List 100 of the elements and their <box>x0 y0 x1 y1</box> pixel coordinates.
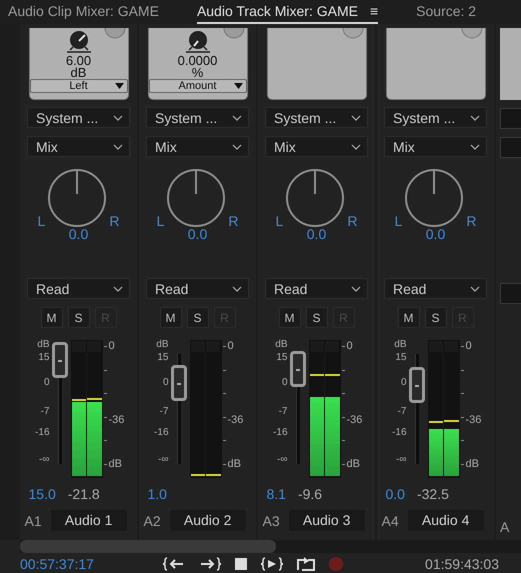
panel-tab[interactable]: Source: 2 <box>416 0 476 24</box>
automation-dropdown[interactable]: Read <box>146 278 249 299</box>
scale-label: -∞ <box>396 455 406 465</box>
track-name-field[interactable]: Audio 2 <box>170 510 246 531</box>
panel-tab[interactable]: Audio Clip Mixer: GAME <box>8 0 159 24</box>
panel-tab[interactable]: Audio Track Mixer: GAME ≡ <box>196 0 378 24</box>
pan-knob[interactable] <box>404 168 464 228</box>
send-dropdown[interactable]: Mix <box>146 136 249 157</box>
send-dropdown[interactable]: Mix <box>384 136 487 157</box>
track-toggle-button[interactable]: M <box>160 307 182 328</box>
scale-label: 0 <box>108 341 115 352</box>
effect-unit: % <box>192 67 204 79</box>
effect-value: 0.0000 <box>178 54 218 67</box>
scale-label: -36 <box>466 415 482 426</box>
track-name-field[interactable]: Audio 4 <box>408 510 484 531</box>
chevron-icon <box>351 144 361 150</box>
chevron-icon <box>113 286 123 292</box>
pan-knob[interactable] <box>47 168 108 228</box>
pan-right-label: R <box>347 214 358 228</box>
scale-label: 0 <box>400 378 406 388</box>
scale-label: dB <box>37 340 50 350</box>
scale-label: dB <box>228 459 241 470</box>
scale-label: 0 <box>282 378 288 388</box>
automation-dropdown[interactable]: Read <box>27 278 130 299</box>
scale-label: -36 <box>228 415 244 426</box>
go-to-in-icon[interactable] <box>162 557 185 571</box>
scale-label: dB <box>346 459 360 470</box>
track-toggle-button[interactable]: M <box>278 307 300 328</box>
scale-label: 15 <box>276 353 288 363</box>
fader-handle[interactable] <box>52 342 68 378</box>
scale-label: dB <box>466 459 479 470</box>
track-toggle-button[interactable]: S <box>186 307 208 328</box>
fader-handle[interactable] <box>290 351 306 388</box>
loop-icon[interactable] <box>296 557 315 571</box>
send-dropdown[interactable]: Mix <box>27 136 130 157</box>
track-toggle-button[interactable]: M <box>398 307 420 328</box>
automation-dropdown[interactable]: Read <box>265 278 368 299</box>
track-toggle-button[interactable]: S <box>68 307 90 328</box>
effect-slot[interactable]: 0.0000 % Amount <box>148 28 248 100</box>
scale-label: -16 <box>154 428 168 438</box>
scale-label: -36 <box>108 415 124 426</box>
track-id: A2 <box>144 512 161 528</box>
pan-knob[interactable] <box>166 168 226 228</box>
stop-icon[interactable] <box>234 558 247 570</box>
fader-value[interactable]: 15.0 <box>28 486 56 502</box>
current-timecode[interactable]: 00:57:37:17 <box>20 556 94 572</box>
go-to-out-icon[interactable] <box>198 557 221 571</box>
output-dropdown[interactable]: System ... <box>27 107 130 128</box>
track-id: A <box>500 519 510 535</box>
fader-handle[interactable] <box>170 364 186 401</box>
pan-value[interactable]: 0.0 <box>426 226 446 242</box>
scale-label: 15 <box>395 353 406 363</box>
fader-value[interactable]: 0.0 <box>386 486 405 502</box>
pan-value[interactable]: 0.0 <box>188 226 208 242</box>
dropdown-triangle-icon <box>114 83 124 89</box>
pan-right-label: R <box>466 214 476 228</box>
fader-value[interactable]: 1.0 <box>148 486 167 502</box>
pan-knob[interactable] <box>285 168 346 228</box>
chevron-icon <box>113 144 123 150</box>
scale-label: dB <box>394 340 406 350</box>
scale-label: -16 <box>273 428 288 438</box>
output-dropdown[interactable]: System ... <box>384 107 487 128</box>
automation-dropdown[interactable]: Read <box>384 278 487 299</box>
effect-unit: dB <box>70 67 86 79</box>
duration-timecode: 01:59:43:03 <box>425 556 499 572</box>
chevron-icon <box>351 114 361 120</box>
pan-value[interactable]: 0.0 <box>306 226 326 242</box>
effect-value: 6.00 <box>66 54 92 67</box>
scale-label: -7 <box>398 407 406 417</box>
output-dropdown[interactable]: System ... <box>146 107 249 128</box>
scale-label: dB <box>108 459 122 470</box>
chevron-icon <box>470 114 480 120</box>
peak-value: -9.6 <box>298 486 322 502</box>
track-name-field[interactable]: Audio 3 <box>288 510 365 531</box>
effect-slot[interactable]: 6.00 dB Left <box>28 28 128 100</box>
pan-left-label: L <box>38 214 46 228</box>
pan-left-label: L <box>276 214 284 228</box>
pan-value[interactable]: 0.0 <box>68 226 88 242</box>
horizontal-scrollbar[interactable] <box>20 540 521 553</box>
track-toggle-button[interactable]: S <box>306 307 328 328</box>
play-in-to-out-icon[interactable] <box>260 557 283 571</box>
scale-label: -∞ <box>158 455 168 465</box>
parameter-dropdown[interactable]: Amount <box>148 79 246 93</box>
track-toggle-button[interactable]: M <box>40 307 62 328</box>
scale-label: -7 <box>278 407 288 417</box>
track-id: A3 <box>262 512 280 528</box>
scale-label: 15 <box>157 353 168 363</box>
fader-value[interactable]: 8.1 <box>266 486 286 502</box>
scale-label: -7 <box>40 407 50 417</box>
track-toggle-button[interactable]: S <box>424 307 446 328</box>
scale-label: -∞ <box>277 455 288 465</box>
send-dropdown[interactable]: Mix <box>265 136 368 157</box>
chevron-icon <box>232 114 242 120</box>
scale-label: dB <box>275 340 288 350</box>
output-dropdown[interactable]: System ... <box>265 107 368 128</box>
parameter-dropdown[interactable]: Left <box>30 79 128 93</box>
peak-value: -32.5 <box>416 486 449 502</box>
fader-handle[interactable] <box>408 366 424 403</box>
scrollbar-thumb[interactable] <box>20 540 276 553</box>
track-name-field[interactable]: Audio 1 <box>50 510 127 531</box>
